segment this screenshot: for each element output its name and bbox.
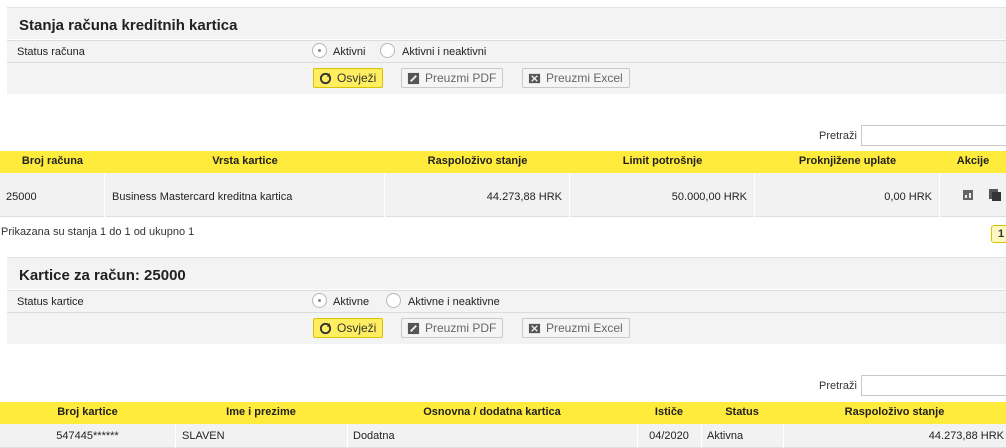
refresh-cards-label: Osvježi — [337, 321, 377, 335]
table-row[interactable]: 547445****** SLAVEN Dodatna 04/2020 Akti… — [0, 424, 1006, 448]
download-excel-button[interactable]: Preuzmi Excel — [522, 68, 630, 88]
card-status-row: Status kartice Aktivne Aktivne i neaktiv… — [7, 290, 1006, 312]
cell-card-kind: Dodatna — [353, 430, 395, 442]
radio-all-cards-label: Aktivne i neaktivne — [408, 296, 500, 308]
col-expires[interactable]: Ističe — [637, 406, 701, 418]
download-cards-excel-label: Preuzmi Excel — [546, 321, 623, 335]
cell-status: Aktivna — [707, 430, 744, 442]
refresh-cards-button[interactable]: Osvježi — [313, 318, 384, 338]
col-card-type[interactable]: Vrsta kartice — [105, 155, 385, 167]
download-cards-pdf-button[interactable]: Preuzmi PDF — [401, 318, 504, 338]
accounts-search-input[interactable] — [861, 125, 1006, 146]
col-divider — [175, 424, 176, 448]
table-row[interactable]: 25000 Business Mastercard kreditna karti… — [0, 173, 1006, 217]
cards-search-input[interactable] — [861, 375, 1006, 396]
cell-spending-limit: 50.000,00 HRK — [671, 191, 747, 203]
refresh-button-label: Osvježi — [337, 71, 377, 85]
account-actions-row: Osvježi Preuzmi PDF Preuzmi Excel — [7, 62, 1006, 94]
radio-active-label: Aktivni — [333, 46, 366, 58]
col-account-number[interactable]: Broj računa — [0, 155, 105, 167]
cell-expires: 04/2020 — [649, 430, 689, 442]
col-primary-secondary[interactable]: Osnovna / dodatna kartica — [347, 406, 637, 418]
cell-card-type: Business Mastercard kreditna kartica — [112, 191, 293, 203]
refresh-icon — [319, 72, 332, 85]
radio-active[interactable] — [312, 43, 327, 58]
account-status-row: Status računa Aktivni Aktivni i neaktivn… — [7, 40, 1006, 62]
page-button[interactable]: 1 — [991, 225, 1006, 243]
col-divider — [104, 173, 105, 217]
cards-panel-title: Kartice za račun: 25000 — [7, 257, 1006, 289]
col-card-number[interactable]: Broj kartice — [0, 406, 175, 418]
col-available-balance[interactable]: Raspoloživo stanje — [385, 155, 570, 167]
col-name[interactable]: Ime i prezime — [175, 406, 347, 418]
col-divider — [701, 424, 702, 448]
cards-table-header: Broj kartice Ime i prezime Osnovna / dod… — [0, 402, 1006, 424]
refresh-icon — [319, 322, 332, 335]
card-actions-row: Osvježi Preuzmi PDF Preuzmi Excel — [7, 312, 1006, 344]
download-cards-excel-button[interactable]: Preuzmi Excel — [522, 318, 630, 338]
cards-search-label: Pretraži — [819, 380, 857, 392]
cell-card-available: 44.273,88 HRK — [928, 430, 1004, 442]
radio-all-cards[interactable] — [386, 293, 401, 308]
col-status[interactable]: Status — [701, 406, 783, 418]
pdf-icon — [407, 322, 420, 335]
accounts-table-info: Prikazana su stanja 1 do 1 od ukupno 1 — [1, 226, 195, 238]
cards-icon[interactable] — [988, 188, 1002, 202]
download-cards-pdf-label: Preuzmi PDF — [425, 321, 497, 335]
radio-all[interactable] — [380, 43, 395, 58]
radio-active-cards[interactable] — [312, 293, 327, 308]
col-posted-payments[interactable]: Proknjižene uplate — [755, 155, 940, 167]
cell-card-number[interactable]: 547445****** — [0, 430, 175, 442]
radio-all-label: Aktivni i neaktivni — [402, 46, 487, 58]
statement-icon[interactable] — [962, 189, 974, 201]
cell-account-number: 25000 — [6, 191, 37, 203]
cell-name: SLAVEN — [182, 430, 225, 442]
col-actions: Akcije — [956, 155, 990, 167]
excel-icon — [528, 73, 541, 84]
accounts-panel-title: Stanja računa kreditnih kartica — [7, 7, 1006, 39]
pdf-icon — [407, 72, 420, 85]
col-spending-limit[interactable]: Limit potrošnje — [570, 155, 755, 167]
col-divider — [347, 424, 348, 448]
accounts-table-header: Broj računa Vrsta kartice Raspoloživo st… — [0, 151, 1006, 173]
excel-icon — [528, 323, 541, 334]
radio-active-cards-label: Aktivne — [333, 296, 370, 308]
cell-available-balance: 44.273,88 HRK — [486, 191, 562, 203]
download-pdf-label: Preuzmi PDF — [425, 71, 497, 85]
download-pdf-button[interactable]: Preuzmi PDF — [401, 68, 504, 88]
card-status-label: Status kartice — [17, 296, 84, 308]
accounts-search-label: Pretraži — [819, 130, 857, 142]
account-status-label: Status računa — [17, 46, 85, 58]
refresh-button[interactable]: Osvježi — [313, 68, 384, 88]
cell-posted-payments: 0,00 HRK — [884, 191, 932, 203]
download-excel-label: Preuzmi Excel — [546, 71, 623, 85]
col-card-available[interactable]: Raspoloživo stanje — [783, 406, 1006, 418]
col-divider — [939, 173, 940, 217]
